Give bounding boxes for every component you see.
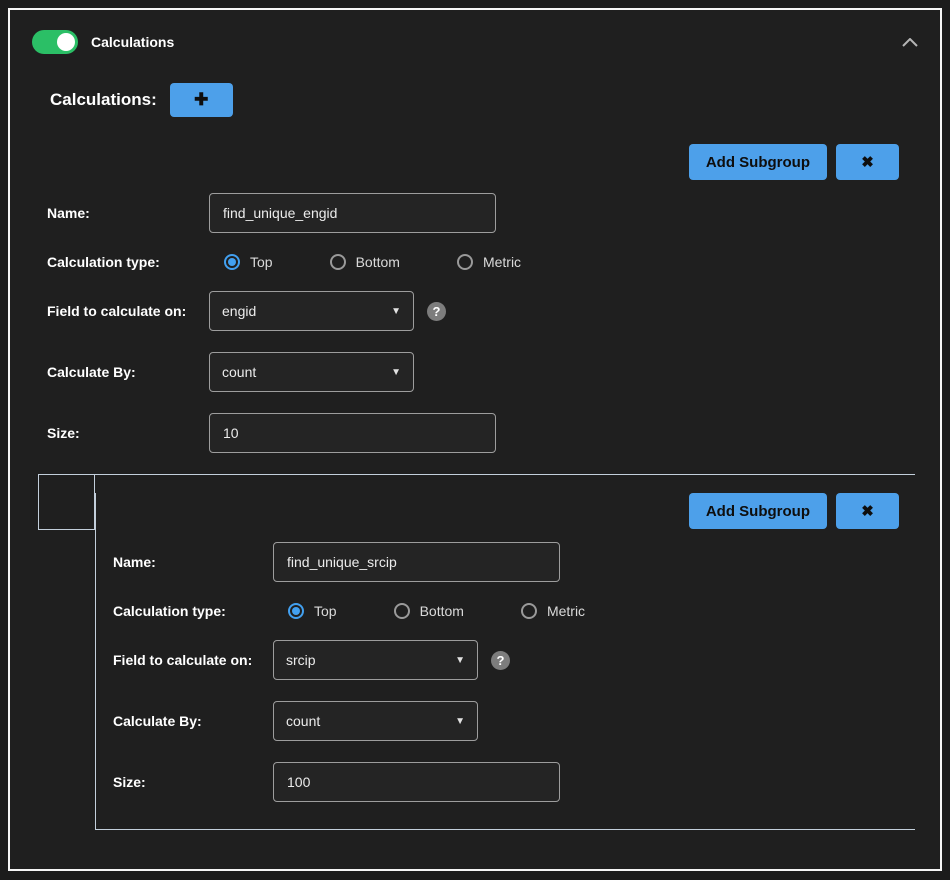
group-form: Name: Calculation type: Top Bottom xyxy=(96,542,915,802)
group-actions: Add Subgroup ✖ xyxy=(96,493,915,529)
caret-down-icon: ▼ xyxy=(455,655,465,666)
name-label: Name: xyxy=(47,205,209,221)
group-actions: Add Subgroup ✖ xyxy=(10,144,940,180)
field-select-value: srcip xyxy=(286,652,316,668)
field-label: Field to calculate on: xyxy=(47,303,209,319)
radio-option-top[interactable]: Top xyxy=(288,603,337,619)
help-icon[interactable]: ? xyxy=(491,651,510,670)
calc-type-radios: Top Bottom Metric xyxy=(209,254,578,270)
radio-option-metric[interactable]: Metric xyxy=(521,603,585,619)
radio-bottom-label[interactable]: Bottom xyxy=(420,603,464,619)
field-select-value: engid xyxy=(222,303,256,319)
radio-bottom-label[interactable]: Bottom xyxy=(356,254,400,270)
name-input[interactable] xyxy=(209,193,496,233)
calc-type-radios: Top Bottom Metric xyxy=(273,603,642,619)
collapse-button[interactable] xyxy=(902,38,918,47)
radio-option-bottom[interactable]: Bottom xyxy=(394,603,464,619)
group-form: Name: Calculation type: Top Bottom xyxy=(10,193,940,453)
add-calculation-button[interactable]: ✚ xyxy=(170,83,233,117)
radio-metric-label[interactable]: Metric xyxy=(547,603,585,619)
caret-down-icon: ▼ xyxy=(455,716,465,727)
size-input[interactable] xyxy=(209,413,496,453)
radio-bottom-dot[interactable] xyxy=(394,603,410,619)
calc-by-label: Calculate By: xyxy=(47,364,209,380)
size-label: Size: xyxy=(47,425,209,441)
calculation-group-2: Add Subgroup ✖ Name: Calculation type: T… xyxy=(95,493,915,830)
size-label: Size: xyxy=(113,774,273,790)
calculations-panel: Calculations Calculations: ✚ Add Subgrou… xyxy=(8,8,942,871)
calc-by-select-value: count xyxy=(222,364,256,380)
remove-group-button[interactable]: ✖ xyxy=(836,144,899,180)
section-label: Calculations: xyxy=(50,90,157,110)
name-row: Name: xyxy=(113,542,915,582)
radio-metric-label[interactable]: Metric xyxy=(483,254,521,270)
remove-group-button[interactable]: ✖ xyxy=(836,493,899,529)
calc-by-row: Calculate By: count ▼ xyxy=(113,701,915,741)
help-icon[interactable]: ? xyxy=(427,302,446,321)
toggle-label: Calculations xyxy=(91,34,174,50)
calc-by-select-value: count xyxy=(286,713,320,729)
field-select[interactable]: engid ▼ xyxy=(209,291,414,331)
size-row: Size: xyxy=(47,413,940,453)
calc-type-row: Calculation type: Top Bottom Metric xyxy=(47,254,940,270)
radio-bottom-dot[interactable] xyxy=(330,254,346,270)
field-row: Field to calculate on: engid ▼ ? xyxy=(47,291,940,331)
toggle-knob xyxy=(57,33,75,51)
name-input[interactable] xyxy=(273,542,560,582)
caret-down-icon: ▼ xyxy=(391,306,401,317)
radio-top-dot[interactable] xyxy=(288,603,304,619)
radio-option-top[interactable]: Top xyxy=(224,254,273,270)
name-label: Name: xyxy=(113,554,273,570)
calculations-section-row: Calculations: ✚ xyxy=(10,54,940,117)
radio-top-dot[interactable] xyxy=(224,254,240,270)
calc-by-select[interactable]: count ▼ xyxy=(209,352,414,392)
size-input[interactable] xyxy=(273,762,560,802)
radio-metric-dot[interactable] xyxy=(457,254,473,270)
calc-by-row: Calculate By: count ▼ xyxy=(47,352,940,392)
field-label: Field to calculate on: xyxy=(113,652,273,668)
radio-option-metric[interactable]: Metric xyxy=(457,254,521,270)
radio-top-label[interactable]: Top xyxy=(314,603,337,619)
calculations-toggle[interactable] xyxy=(32,30,78,54)
calc-type-row: Calculation type: Top Bottom Metric xyxy=(113,603,915,619)
calc-by-label: Calculate By: xyxy=(113,713,273,729)
add-subgroup-button[interactable]: Add Subgroup xyxy=(689,493,827,529)
calc-by-select[interactable]: count ▼ xyxy=(273,701,478,741)
calculation-group-1: Add Subgroup ✖ Name: Calculation type: T… xyxy=(10,144,940,453)
radio-option-bottom[interactable]: Bottom xyxy=(330,254,400,270)
radio-top-label[interactable]: Top xyxy=(250,254,273,270)
chevron-up-icon xyxy=(902,38,918,47)
add-subgroup-button[interactable]: Add Subgroup xyxy=(689,144,827,180)
field-row: Field to calculate on: srcip ▼ ? xyxy=(113,640,915,680)
calc-type-label: Calculation type: xyxy=(113,603,273,619)
subgroup-connector-box xyxy=(38,474,95,530)
size-row: Size: xyxy=(113,762,915,802)
radio-metric-dot[interactable] xyxy=(521,603,537,619)
panel-header: Calculations xyxy=(10,10,940,54)
subgroup-container: Add Subgroup ✖ Name: Calculation type: T… xyxy=(38,474,915,830)
name-row: Name: xyxy=(47,193,940,233)
caret-down-icon: ▼ xyxy=(391,367,401,378)
field-select[interactable]: srcip ▼ xyxy=(273,640,478,680)
calc-type-label: Calculation type: xyxy=(47,254,209,270)
